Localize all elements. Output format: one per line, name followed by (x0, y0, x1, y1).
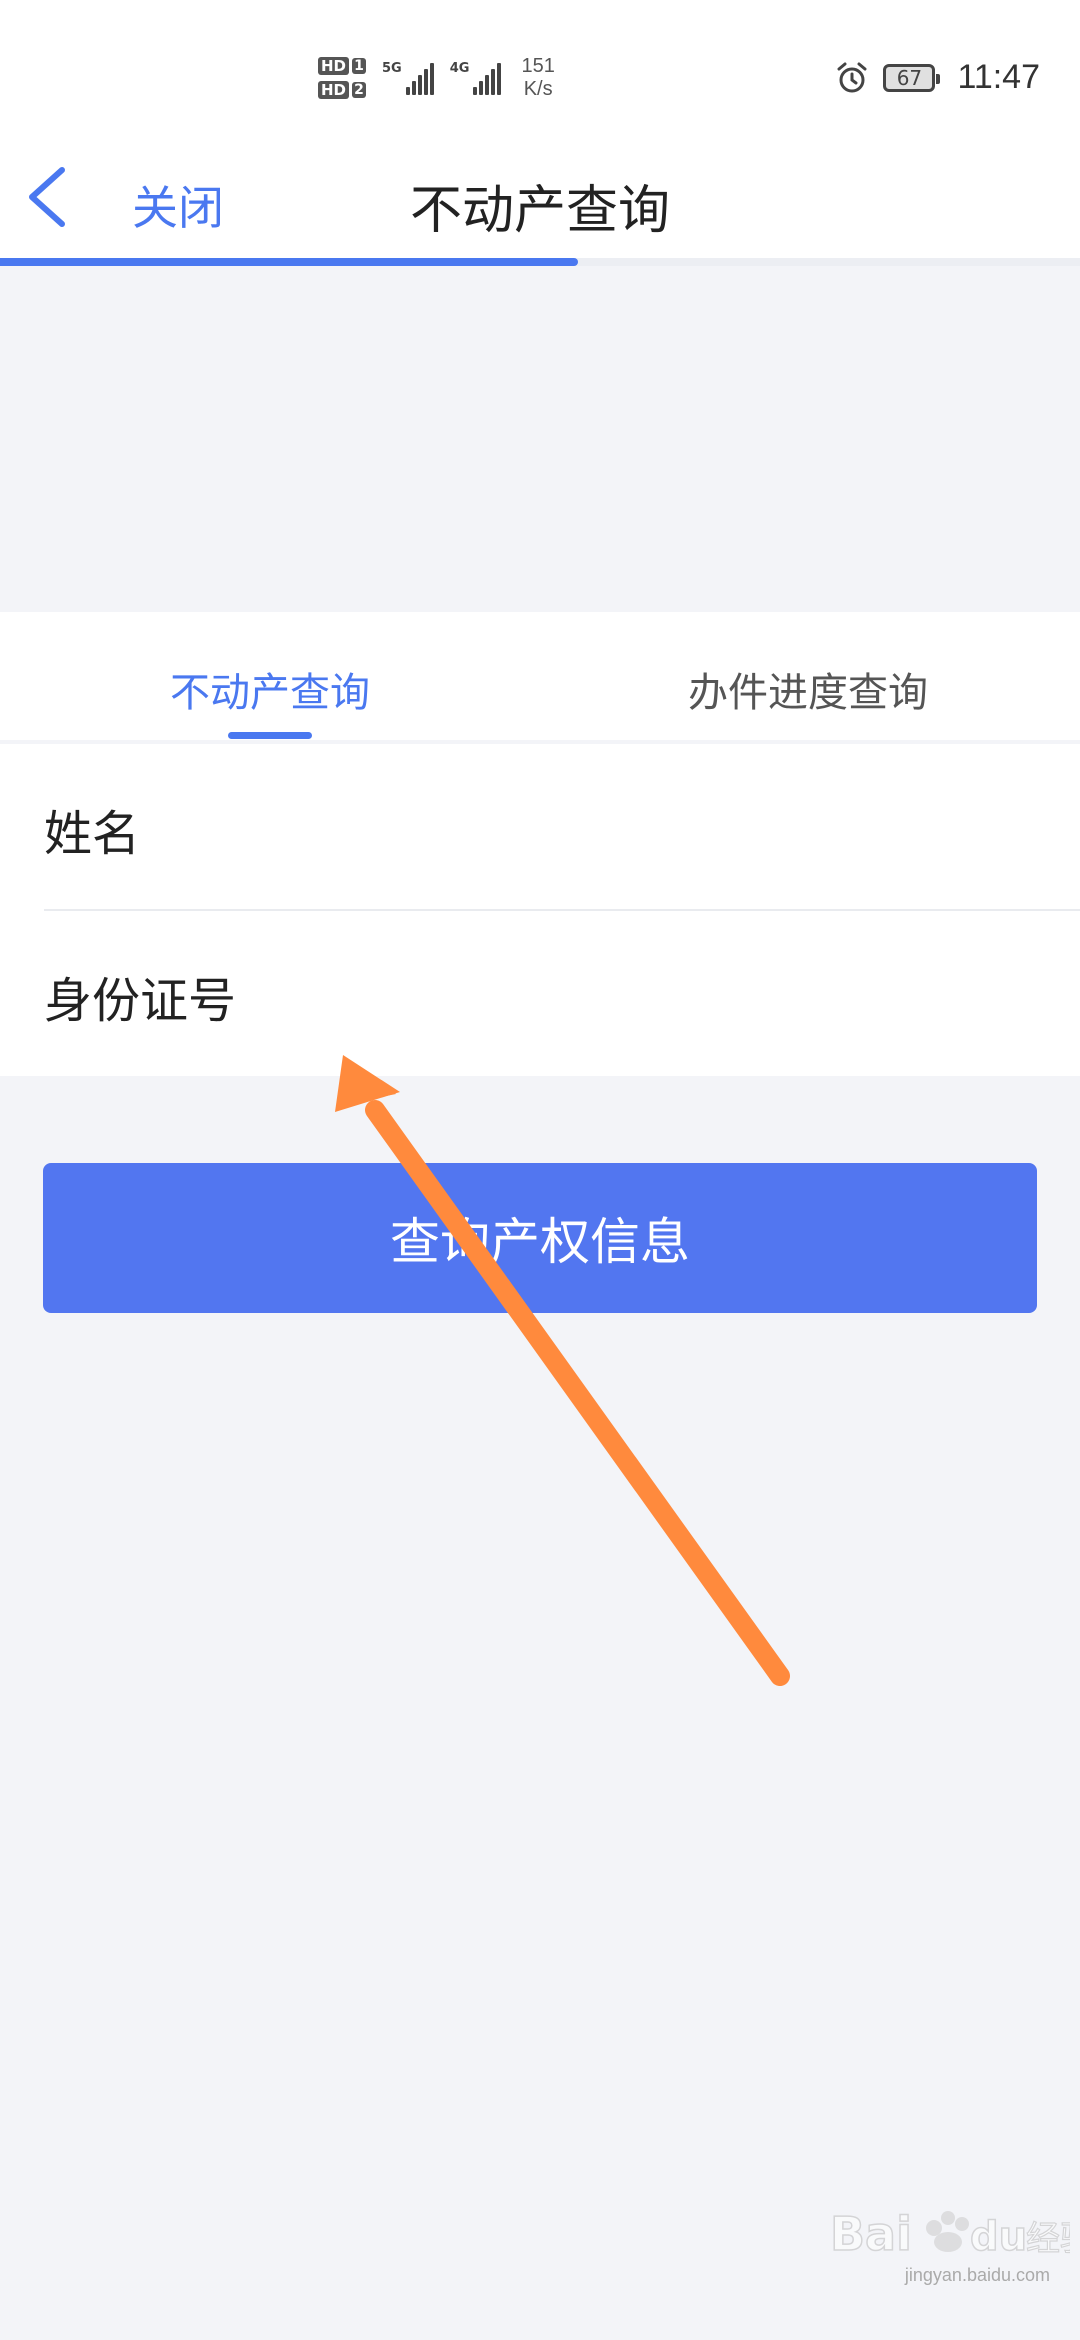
battery-icon: 67 (883, 63, 941, 92)
id-number-input[interactable] (364, 951, 1040, 1033)
loading-progress-bar (0, 258, 1080, 266)
signal-4g-icon: 4G (450, 61, 502, 95)
svg-text:经验: 经验 (1026, 2219, 1070, 2259)
sim-slot: 2 (352, 82, 367, 98)
status-right: 67 11:47 (835, 58, 1040, 97)
network-indicators: HD 1 HD 2 5G 4G 151 K/s (318, 50, 555, 106)
sim2-badge: HD 2 (318, 81, 367, 99)
page-title: 不动产查询 (409, 181, 670, 241)
speed-value: 151 (521, 55, 555, 77)
query-property-button[interactable]: 查询产权信息 (43, 1163, 1037, 1313)
network-type: 4G (449, 61, 470, 76)
clock: 11:47 (957, 58, 1040, 96)
network-type: 5G (382, 61, 402, 76)
speed-unit: K/s (523, 78, 553, 100)
signal-5g-icon: 5G (382, 61, 434, 95)
name-label: 姓名 (44, 806, 141, 862)
hd-label: HD (318, 81, 350, 99)
nav-bar: 关闭 不动产查询 (0, 110, 1080, 262)
query-form: 姓名 身份证号 (0, 744, 1080, 1076)
id-field: 身份证号 (44, 909, 1080, 1076)
sim-badges: HD 1 HD 2 (318, 57, 367, 99)
loading-progress-fill (0, 258, 578, 266)
sim-slot: 1 (352, 58, 367, 74)
svg-text:Bai: Bai (830, 2207, 912, 2261)
tab-progress-query[interactable]: 办件进度查询 (688, 660, 928, 718)
query-tabs: 不动产查询 办件进度查询 (0, 612, 1080, 740)
tab-property-query[interactable]: 不动产查询 (170, 660, 370, 718)
name-input[interactable] (320, 784, 1040, 866)
hd-label: HD (318, 57, 350, 75)
network-speed: 151 K/s (521, 55, 554, 101)
active-tab-indicator (228, 732, 312, 739)
sim1-badge: HD 1 (318, 57, 367, 75)
svg-text:du: du (970, 2214, 1027, 2260)
watermark-url: jingyan.baidu.com (904, 2265, 1050, 2285)
battery-level: 67 (896, 65, 923, 90)
id-number-label: 身份证号 (44, 973, 237, 1029)
name-field: 姓名 (0, 744, 1080, 909)
alarm-icon (837, 62, 867, 92)
